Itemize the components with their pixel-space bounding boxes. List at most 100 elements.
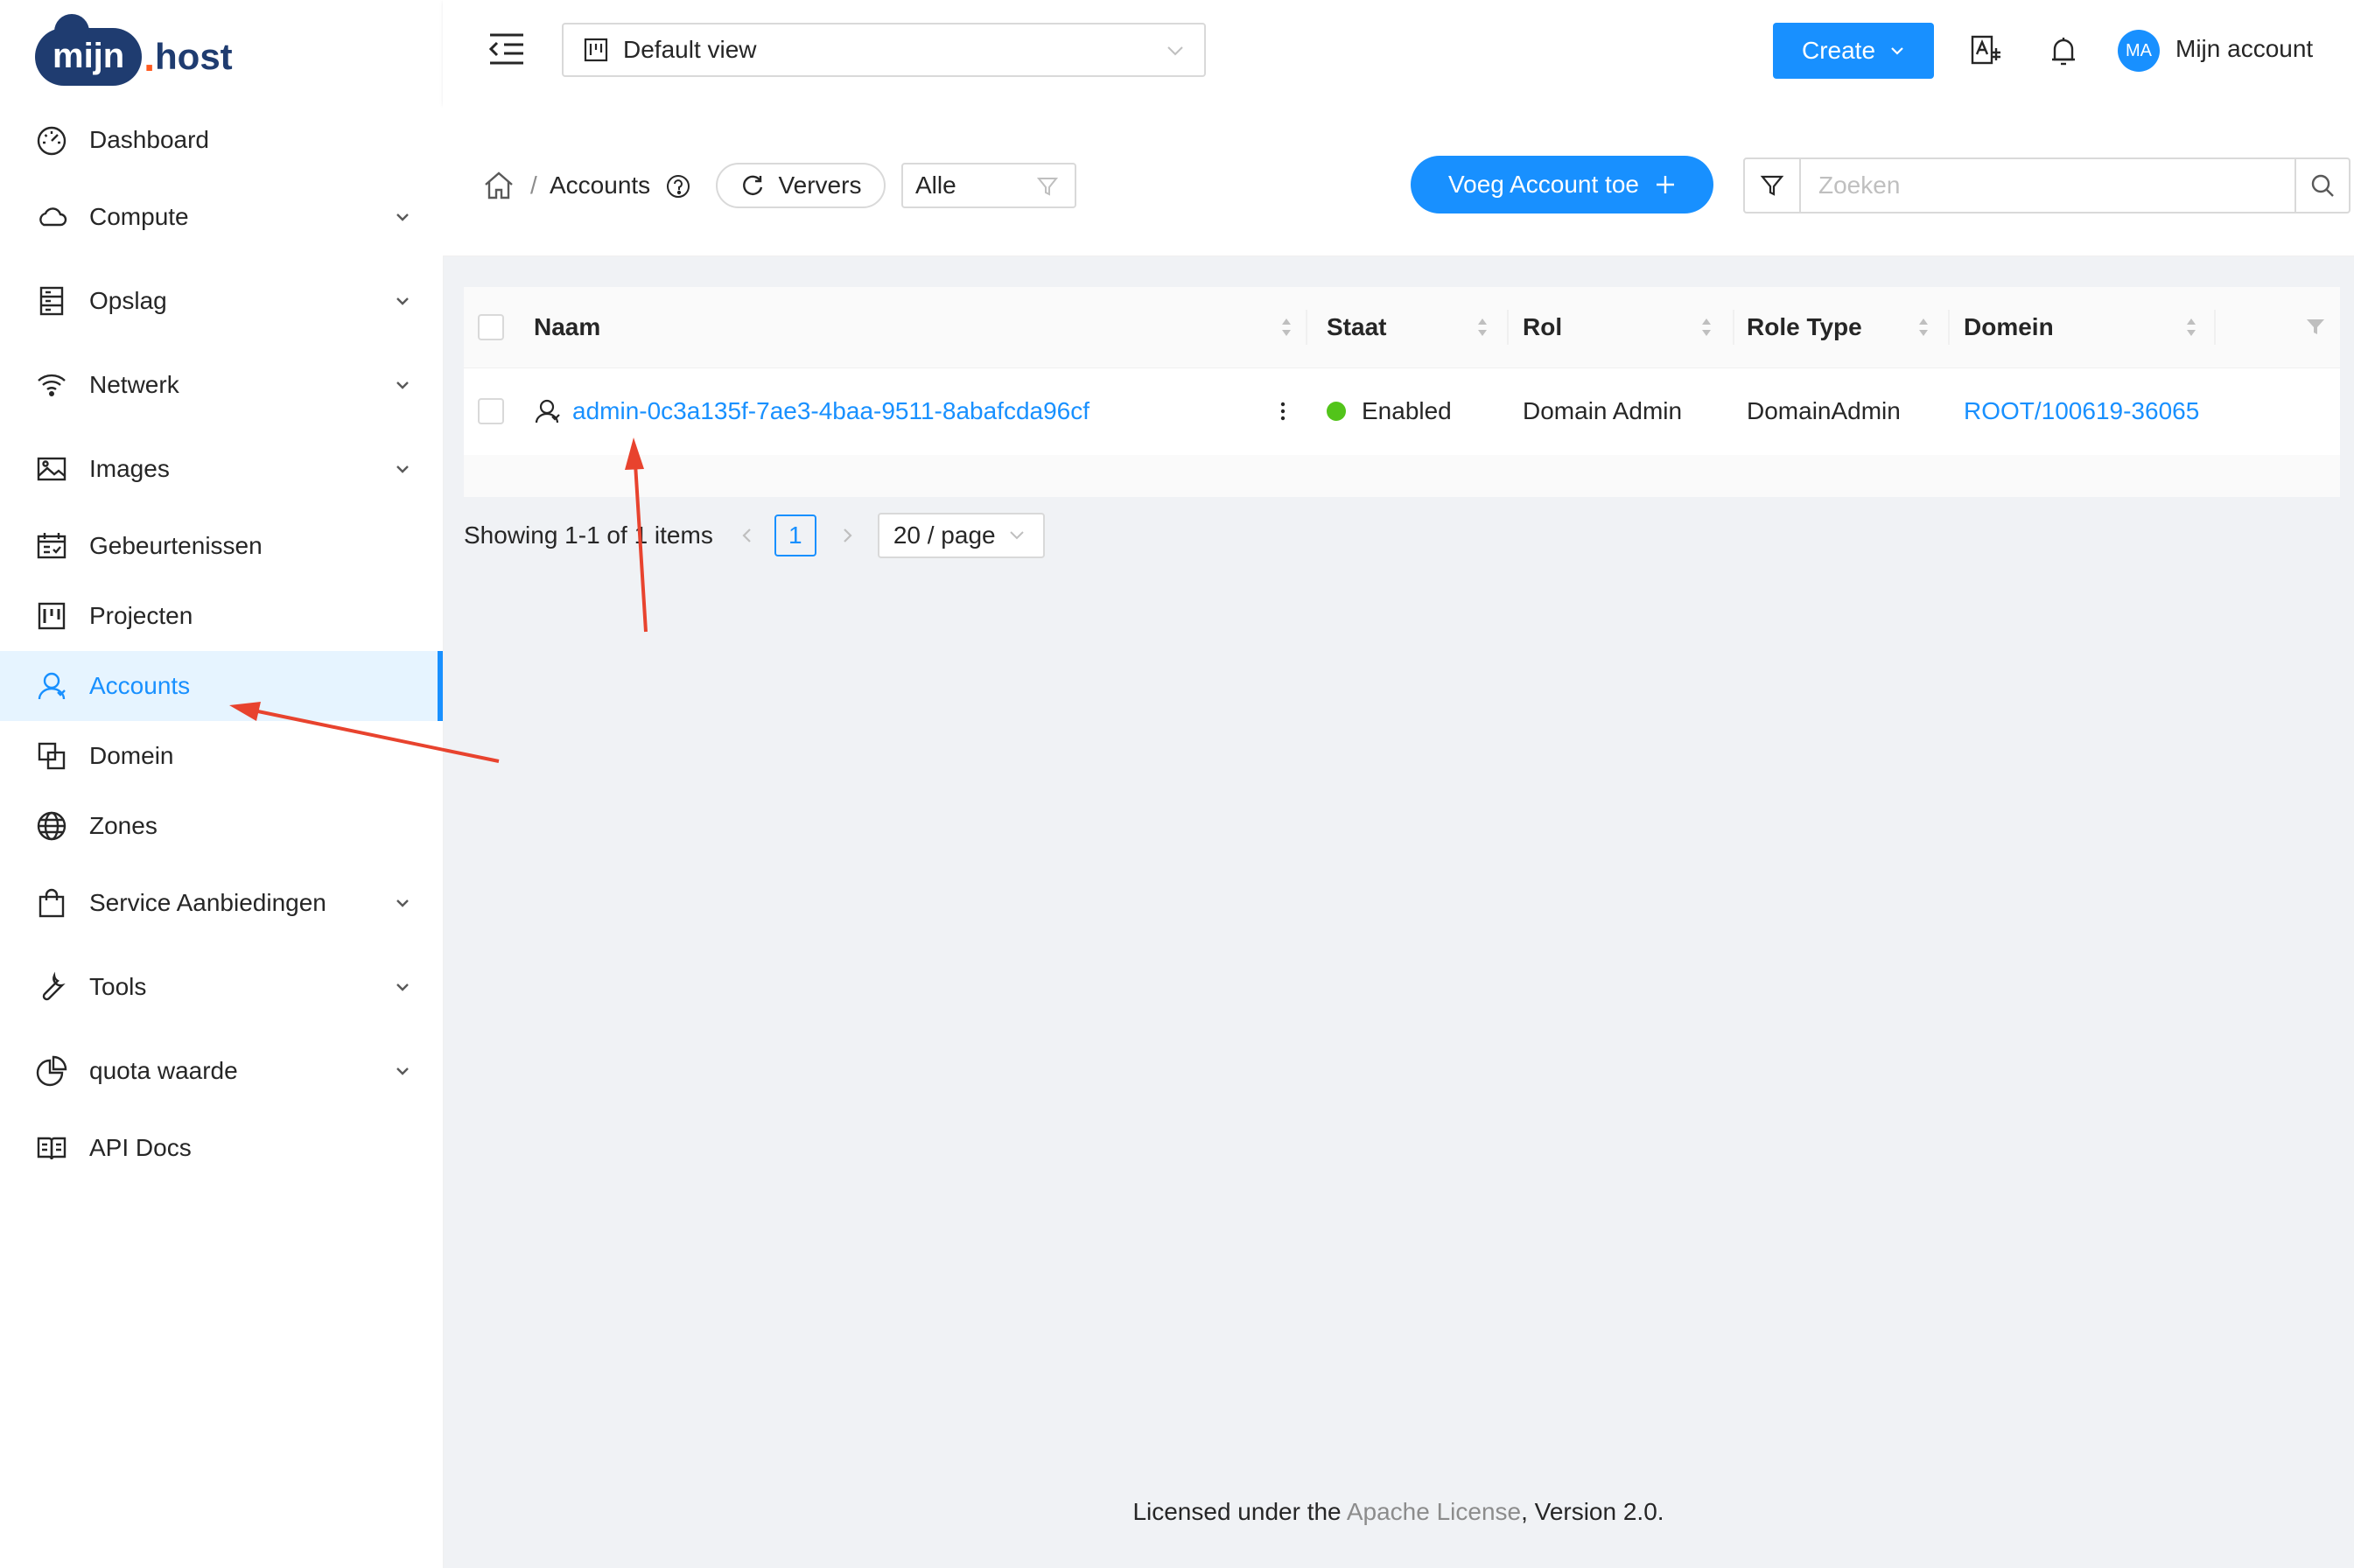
- select-all-checkbox[interactable]: [478, 314, 504, 340]
- chevron-right-icon[interactable]: [837, 526, 857, 545]
- column-header-label: Staat: [1327, 313, 1387, 340]
- sidebar-item-label: Netwerk: [89, 371, 179, 398]
- pie-chart-icon: [35, 1054, 68, 1088]
- chevron-down-icon: [396, 214, 409, 221]
- tool-icon: [35, 970, 68, 1004]
- sort-icon[interactable]: [1279, 315, 1293, 340]
- status-dot: [1327, 402, 1346, 421]
- sidebar-item-quota-waarde[interactable]: quota waarde: [0, 1029, 443, 1113]
- sidebar-item-dashboard[interactable]: Dashboard: [0, 105, 443, 175]
- breadcrumb-separator: /: [530, 172, 537, 199]
- avatar-initials: MA: [2126, 40, 2152, 60]
- sidebar-item-label: Images: [89, 455, 170, 482]
- account-name-link[interactable]: admin-0c3a135f-7ae3-4baa-9511-8abafcda96…: [572, 397, 1089, 425]
- user-icon: [35, 669, 68, 703]
- wifi-icon: [35, 368, 68, 402]
- chevron-down-icon: [396, 382, 409, 389]
- search-icon: [2311, 174, 2334, 197]
- schedule-icon: [35, 529, 68, 563]
- sort-icon[interactable]: [1699, 315, 1713, 340]
- cell-role-type: DomainAdmin: [1747, 368, 1901, 455]
- create-button[interactable]: Create: [1773, 23, 1934, 79]
- breadcrumb-current: Accounts: [550, 172, 651, 199]
- sort-icon[interactable]: [1475, 315, 1489, 340]
- chevron-left-icon[interactable]: [738, 526, 757, 545]
- sidebar-item-label: Domein: [89, 742, 174, 769]
- logo-dot: .: [144, 34, 156, 80]
- more-vertical-icon[interactable]: [1265, 394, 1300, 429]
- sidebar: mijn . host Dashboard Compute Opslag Net…: [0, 0, 444, 1568]
- page-size-value: 20 / page: [893, 522, 996, 549]
- globe-icon: [35, 809, 68, 843]
- sidebar-item-opslag[interactable]: Opslag: [0, 259, 443, 343]
- search-button[interactable]: [2294, 159, 2349, 212]
- menu-fold-icon[interactable]: [487, 32, 527, 66]
- column-header-rol[interactable]: Rol: [1523, 287, 1562, 368]
- sidebar-item-tools[interactable]: Tools: [0, 945, 443, 1029]
- brand-logo[interactable]: mijn . host: [35, 14, 233, 96]
- column-header-staat[interactable]: Staat: [1327, 287, 1386, 368]
- column-divider: [1306, 310, 1307, 345]
- sidebar-item-label: Compute: [89, 203, 189, 230]
- refresh-button[interactable]: Ververs: [716, 163, 886, 208]
- sidebar-item-accounts[interactable]: Accounts: [0, 651, 443, 721]
- license-suffix: , Version 2.0.: [1521, 1498, 1664, 1525]
- sidebar-item-gebeurtenissen[interactable]: Gebeurtenissen: [0, 511, 443, 581]
- sort-icon[interactable]: [1916, 315, 1930, 340]
- sidebar-item-domein[interactable]: Domein: [0, 721, 443, 791]
- home-icon[interactable]: [483, 170, 515, 201]
- view-select-value: Default view: [623, 36, 757, 63]
- row-checkbox[interactable]: [478, 398, 504, 424]
- filter-select[interactable]: Alle: [901, 163, 1076, 208]
- sidebar-item-zones[interactable]: Zones: [0, 791, 443, 861]
- project-icon: [584, 38, 608, 62]
- sidebar-item-projecten[interactable]: Projecten: [0, 581, 443, 651]
- domain-link[interactable]: ROOT/100619-36065: [1964, 397, 2199, 425]
- sidebar-item-service-aanbiedingen[interactable]: Service Aanbiedingen: [0, 861, 443, 945]
- license-footer: Licensed under the Apache License, Versi…: [443, 1498, 2354, 1526]
- filter-icon[interactable]: [2305, 317, 2326, 338]
- filter-icon: [1036, 178, 1059, 196]
- accounts-table: Naam Staat Rol Role Type Domein admin-0c…: [464, 287, 2340, 497]
- question-circle-icon[interactable]: [665, 173, 691, 200]
- license-link[interactable]: Apache License: [1347, 1498, 1521, 1525]
- sidebar-item-netwerk[interactable]: Netwerk: [0, 343, 443, 427]
- sidebar-item-api-docs[interactable]: API Docs: [0, 1113, 443, 1183]
- page-size-select[interactable]: 20 / page: [877, 513, 1045, 558]
- filter-icon: [1760, 175, 1784, 196]
- account-menu[interactable]: Mijn account: [2175, 35, 2313, 63]
- logo-host-text: host: [155, 36, 233, 77]
- view-select[interactable]: Default view: [562, 23, 1206, 77]
- search-filter-button[interactable]: [1745, 159, 1801, 212]
- page-toolbar: / Accounts Ververs Alle Voeg Account toe: [443, 105, 2354, 256]
- column-divider: [1507, 310, 1509, 345]
- cell-staat: Enabled: [1327, 368, 1452, 455]
- read-icon: [35, 1131, 68, 1165]
- sidebar-menu: Dashboard Compute Opslag Netwerk Images …: [0, 105, 443, 1183]
- column-header-label: Domein: [1964, 313, 2054, 340]
- avatar[interactable]: MA: [2118, 30, 2160, 72]
- search-bar: [1743, 158, 2350, 214]
- page-number-current[interactable]: 1: [774, 514, 816, 556]
- chevron-down-icon: [396, 900, 409, 907]
- bell-icon[interactable]: [2046, 33, 2081, 68]
- chevron-down-icon: [396, 1068, 409, 1075]
- sidebar-item-compute[interactable]: Compute: [0, 175, 443, 259]
- sidebar-item-images[interactable]: Images: [0, 427, 443, 511]
- logo-bubble: mijn: [35, 14, 143, 86]
- add-account-button[interactable]: Voeg Account toe: [1411, 156, 1713, 214]
- sidebar-item-label: API Docs: [89, 1134, 192, 1161]
- translate-icon[interactable]: [1969, 33, 2004, 68]
- sidebar-item-label: Accounts: [89, 672, 191, 699]
- top-header: Default view Create MA Mijn account: [443, 0, 2354, 105]
- column-header-role-type[interactable]: Role Type: [1747, 287, 1862, 368]
- sidebar-item-label: Dashboard: [89, 126, 209, 153]
- search-input[interactable]: [1801, 159, 2294, 212]
- license-prefix: Licensed under the: [1132, 1498, 1342, 1525]
- column-header-naam[interactable]: Naam: [534, 287, 600, 368]
- column-header-domein[interactable]: Domein: [1964, 287, 2054, 368]
- page-number-label: 1: [788, 522, 802, 549]
- sidebar-item-label: Gebeurtenissen: [89, 532, 263, 559]
- sort-icon[interactable]: [2184, 315, 2198, 340]
- chevron-down-icon: [1167, 46, 1183, 56]
